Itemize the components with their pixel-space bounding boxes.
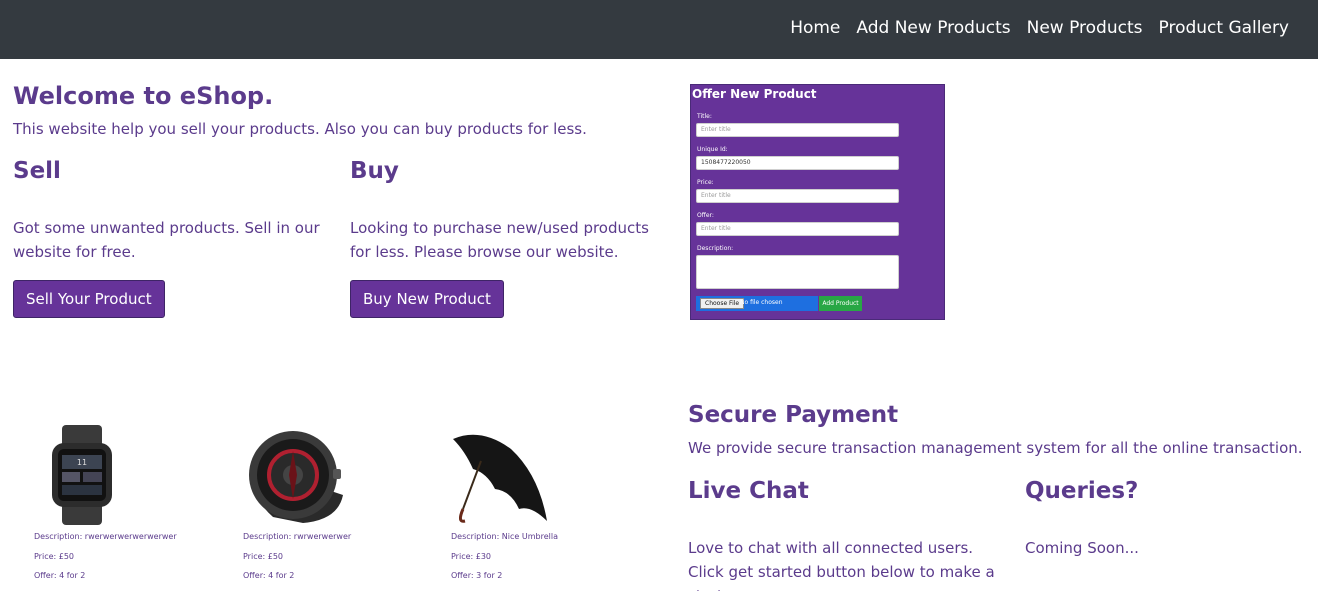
welcome-subtitle: This website help you sell your products…: [13, 120, 587, 138]
svg-text:11: 11: [77, 458, 87, 467]
live-chat-title: Live Chat: [688, 478, 809, 504]
product-price: Price: £30: [451, 552, 492, 561]
product-description: Description: rwerwerwerwerwerwer: [34, 532, 177, 541]
watch-icon: [249, 431, 343, 523]
offer-id-input: 1508477220050: [696, 156, 899, 170]
offer-id-label: Unique Id:: [697, 146, 728, 153]
buy-text: Looking to purchase new/used products fo…: [350, 219, 649, 261]
offer-price-input: Enter title: [696, 189, 899, 203]
live-chat-text: Love to chat with all connected users. C…: [688, 539, 995, 591]
offer-file-status: No file chosen: [740, 299, 783, 306]
offer-description-label: Description:: [697, 245, 734, 252]
offer-price-label: Price:: [697, 179, 714, 186]
offer-file-row: Choose File No file chosen: [696, 296, 818, 311]
offer-description-textarea: [696, 255, 899, 289]
sell-text: Got some unwanted products. Sell in our …: [13, 219, 320, 261]
welcome-title: Welcome to eShop.: [13, 82, 274, 110]
sell-title: Sell: [13, 158, 61, 184]
offer-title-input: Enter title: [696, 123, 899, 137]
queries-text: Coming Soon...: [1025, 539, 1139, 557]
buy-new-product-button[interactable]: Buy New Product: [350, 280, 504, 318]
nav-new-products[interactable]: New Products: [1027, 18, 1143, 38]
queries-title: Queries?: [1025, 478, 1139, 504]
product-offer: Offer: 3 for 2: [451, 571, 503, 580]
buy-title: Buy: [350, 158, 399, 184]
product-offer: Offer: 4 for 2: [243, 571, 295, 580]
product-price: Price: £50: [34, 552, 75, 561]
offer-form-title: Offer New Product: [692, 87, 817, 101]
smartwatch-icon: 11: [52, 425, 112, 525]
secure-payment-title: Secure Payment: [688, 402, 899, 428]
secure-payment-text: We provide secure transaction management…: [688, 439, 1303, 457]
nav-links: Home Add New Products New Products Produ…: [790, 18, 1289, 38]
offer-add-product-button: Add Product: [819, 296, 862, 311]
umbrella-icon: [453, 434, 547, 523]
nav-home[interactable]: Home: [790, 18, 840, 38]
product-description: Description: rwrwerwerwer: [243, 532, 352, 541]
offer-offer-input: Enter title: [696, 222, 899, 236]
nav-add-new-products[interactable]: Add New Products: [856, 18, 1010, 38]
product-price: Price: £50: [243, 552, 284, 561]
offer-offer-label: Offer:: [697, 212, 714, 219]
offer-choose-file-button: Choose File: [700, 298, 745, 309]
offer-title-label: Title:: [697, 113, 712, 120]
product-offer: Offer: 4 for 2: [34, 571, 86, 580]
offer-new-product-image: Offer New Product Title: Enter title Uni…: [690, 84, 945, 320]
product-description: Description: Nice Umbrella: [451, 532, 558, 541]
sell-your-product-button[interactable]: Sell Your Product: [13, 280, 165, 318]
nav-product-gallery[interactable]: Product Gallery: [1159, 18, 1290, 38]
navbar: Home Add New Products New Products Produ…: [0, 0, 1318, 59]
